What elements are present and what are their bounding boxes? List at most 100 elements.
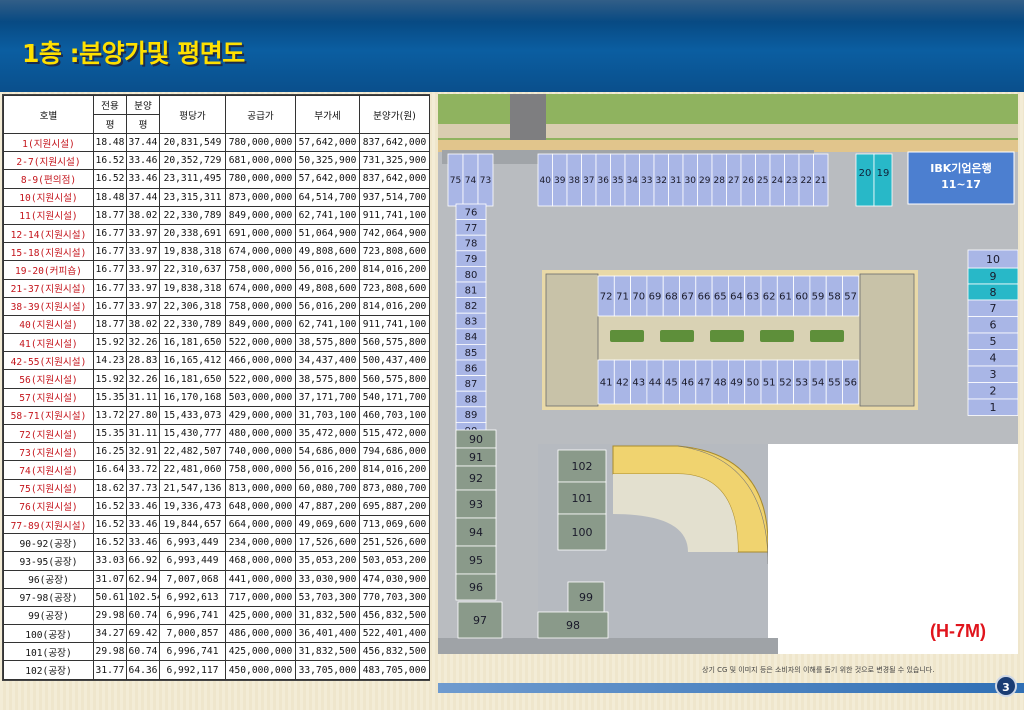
unit-cell: 101(공장) — [3, 642, 94, 662]
unit-top-label: 30 — [685, 176, 697, 186]
table-row: 8-9(편의점) 16.52 33.46 23,311,495 780,000,000 5… — [3, 169, 430, 189]
price-per-pyeong-cell: 20,831,549 — [159, 132, 226, 153]
unit-center-top-label: 72 — [600, 292, 613, 303]
unit-top-left-label: 73 — [480, 176, 491, 186]
unit-top-label: 23 — [786, 176, 797, 186]
vat-cell: 35,053,200 — [295, 551, 360, 571]
supply-price-cell: 780,000,000 — [225, 132, 296, 153]
sale-price-cell: 911,741,100 — [359, 314, 430, 335]
unit-left-label: 77 — [465, 223, 478, 234]
unit-cell: 2-7(지원시설) — [3, 151, 94, 171]
unit-cell: 11(지원시설) — [3, 205, 94, 225]
sale-area-cell: 37.44 — [126, 132, 160, 153]
table-row: 56(지원시설) 15.92 32.26 16,181,650 522,000,000 3… — [3, 369, 430, 389]
sale-price-cell: 695,887,200 — [359, 496, 430, 516]
factory-unit-label: 98 — [566, 619, 580, 632]
unit-cell: 93-95(공장) — [3, 551, 94, 571]
price-per-pyeong-cell: 22,330,789 — [159, 314, 226, 335]
table-row: 99(공장) 29.98 60.74 6,996,741 425,000,000 31,8… — [3, 605, 430, 626]
vat-cell: 38,575,800 — [295, 333, 360, 353]
unit-cell: 72(지원시설) — [3, 423, 94, 444]
price-per-pyeong-cell: 19,838,318 — [159, 278, 226, 298]
unit-center-bottom-label: 53 — [795, 378, 808, 389]
supply-price-cell: 758,000,000 — [225, 460, 296, 480]
unit-cell: 73(지원시설) — [3, 442, 94, 462]
sale-price-cell: 560,575,800 — [359, 333, 430, 353]
unit-top-label: 33 — [641, 176, 652, 186]
unit-top-label: 21 — [815, 176, 826, 186]
unit-center-top-label: 67 — [681, 292, 694, 303]
sale-area-cell: 33.97 — [126, 223, 160, 244]
unit-top-label: 24 — [772, 176, 784, 186]
planter — [610, 330, 644, 342]
price-per-pyeong-cell: 22,481,060 — [159, 460, 226, 480]
unit-left-label: 86 — [465, 363, 478, 374]
sale-area-cell: 32.26 — [126, 369, 160, 389]
unit-cell: 15-18(지원시설) — [3, 242, 94, 262]
unit-center-top-label: 64 — [730, 292, 743, 303]
table-row: 15-18(지원시설) 16.77 33.97 19,838,318 674,000,0… — [3, 242, 430, 262]
unit-center-top-label: 70 — [632, 292, 645, 303]
price-per-pyeong-cell: 6,993,449 — [159, 551, 226, 571]
exclusive-cell: 15.35 — [93, 423, 127, 444]
header-sale-price: 분양가(원) — [359, 95, 430, 134]
unit-center-bottom-label: 56 — [844, 378, 857, 389]
unit-highlight-top — [855, 153, 875, 207]
sale-area-cell: 33.97 — [126, 296, 160, 316]
unit-center-bottom-label: 44 — [649, 378, 662, 389]
vat-cell: 17,526,600 — [295, 533, 360, 553]
exclusive-cell: 14.23 — [93, 351, 127, 371]
unit-highlight-top-label: 19 — [877, 168, 890, 179]
vat-cell: 57,642,000 — [295, 132, 360, 153]
supply-price-cell: 813,000,000 — [225, 478, 296, 498]
unit-cell: 90-92(공장) — [3, 533, 94, 553]
table-row: 57(지원시설) 15.35 31.11 16,170,168 503,000,000 3… — [3, 387, 430, 407]
price-per-pyeong-cell: 23,315,311 — [159, 187, 226, 207]
vat-cell: 31,703,100 — [295, 405, 360, 426]
price-per-pyeong-cell: 20,352,729 — [159, 151, 226, 171]
vat-cell: 33,705,000 — [295, 660, 360, 680]
exclusive-cell: 16.77 — [93, 296, 127, 316]
unit-cell: 57(지원시설) — [3, 387, 94, 407]
unit-top-label: 37 — [583, 176, 594, 186]
table-row: 42-55(지원시설) 14.23 28.83 16,165,412 466,000,0… — [3, 351, 430, 371]
unit-top-label: 39 — [554, 176, 566, 186]
unit-cell: 8-9(편의점) — [3, 169, 94, 189]
planter — [810, 330, 844, 342]
vat-cell: 31,832,500 — [295, 605, 360, 626]
unit-top-label: 31 — [670, 176, 681, 186]
price-per-pyeong-cell: 19,838,318 — [159, 242, 226, 262]
sale-price-cell: 456,832,500 — [359, 605, 430, 626]
exclusive-cell: 16.52 — [93, 169, 127, 189]
vat-cell: 57,642,000 — [295, 169, 360, 189]
sale-area-cell: 64.36 — [126, 660, 160, 680]
exclusive-cell: 16.52 — [93, 151, 127, 171]
price-per-pyeong-cell: 6,992,117 — [159, 660, 226, 680]
sale-price-cell: 713,069,600 — [359, 514, 430, 535]
table-row: 73(지원시설) 16.25 32.91 22,482,507 740,000,000 5… — [3, 442, 430, 462]
unit-cell: 100(공장) — [3, 624, 94, 644]
unit-cell: 56(지원시설) — [3, 369, 94, 389]
unit-right-label: 7 — [990, 302, 997, 315]
vat-cell: 38,575,800 — [295, 369, 360, 389]
price-per-pyeong-cell: 7,007,068 — [159, 569, 226, 589]
unit-top-label: 34 — [627, 176, 639, 186]
exclusive-cell: 50.61 — [93, 587, 127, 607]
unit-center-bottom-label: 41 — [600, 378, 613, 389]
vat-cell: 33,030,900 — [295, 569, 360, 589]
exclusive-cell: 16.25 — [93, 442, 127, 462]
unit-cell: 1(지원시설) — [3, 132, 94, 153]
unit-right-label: 1 — [990, 401, 997, 414]
bottom-accent-bar — [438, 683, 1024, 693]
vat-cell: 35,472,000 — [295, 423, 360, 444]
vat-cell: 49,808,600 — [295, 242, 360, 262]
vat-cell: 53,703,300 — [295, 587, 360, 607]
table-row: 21-37(지원시설) 16.77 33.97 19,838,318 674,000,0… — [3, 278, 430, 298]
exclusive-cell: 18.48 — [93, 132, 127, 153]
header-vat: 부가세 — [295, 95, 360, 134]
sale-area-cell: 33.46 — [126, 496, 160, 516]
factory-unit-left-label: 96 — [469, 581, 483, 594]
unit-cell: 102(공장) — [3, 660, 94, 680]
unit-cell: 96(공장) — [3, 569, 94, 589]
supply-price-cell: 648,000,000 — [225, 496, 296, 516]
